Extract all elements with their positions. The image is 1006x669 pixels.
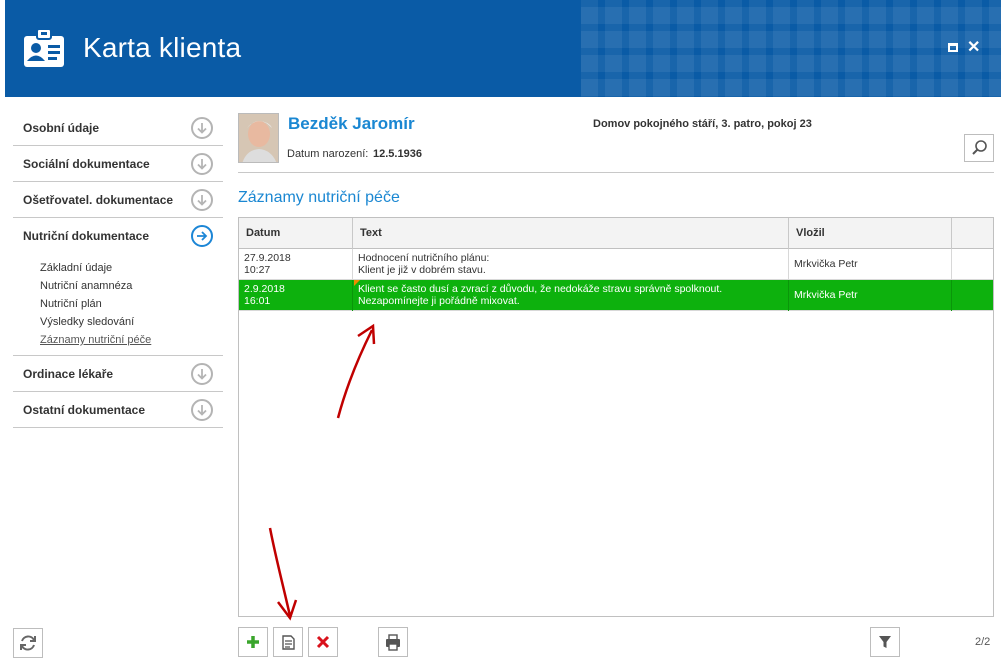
arrow-right-circle-icon [191,225,213,247]
sidebar-section-label: Nutriční dokumentace [23,229,150,243]
sidebar: Osobní údaje Sociální dokumentace Ošetřo… [13,110,223,428]
section-title: Záznamy nutriční péče [238,189,400,206]
patient-photo [238,113,279,163]
cell-author: Mrkvička Petr [789,249,952,280]
row-date: 2.9.2018 [244,283,285,295]
maximize-button[interactable] [946,41,960,55]
column-header-text[interactable]: Text [353,218,789,249]
row-text-line: Klient se často dusí a zvrací z důvodu, … [358,283,723,295]
table-header: Datum Text Vložil [239,218,993,249]
column-header-date[interactable]: Datum [239,218,353,249]
chevron-down-circle-icon [191,153,213,175]
client-card-icon [24,28,64,67]
refresh-icon [20,635,36,651]
add-icon [247,636,259,648]
table-row[interactable]: 27.9.2018 10:27 Hodnocení nutričního plá… [239,249,993,280]
cell-text: Hodnocení nutričního plánu: Klient je ji… [353,249,789,280]
maximize-icon [948,43,958,52]
patient-name: Bezděk Jaromír [288,114,415,133]
sidebar-section-label: Ordinace lékaře [23,367,114,381]
header-divider [238,172,994,173]
sidebar-subitem-plan[interactable]: Nutriční plán [40,295,223,313]
sidebar-section-label: Sociální dokumentace [23,157,150,171]
edit-button[interactable] [273,627,303,657]
cell-author: Mrkvička Petr [789,280,952,311]
close-icon: ✕ [967,39,981,56]
delete-button[interactable] [308,627,338,657]
sidebar-section-other[interactable]: Ostatní dokumentace [13,392,223,428]
row-time: 16:01 [244,295,271,307]
dob-value: 12.5.1936 [373,148,422,160]
header-pattern [581,0,1001,97]
comment-flag-icon [354,280,360,286]
annotation-arrow [268,527,298,621]
table-row-selected[interactable]: 2.9.2018 16:01 Klient se často dusí a zv… [239,280,993,311]
cell-extra [952,249,993,280]
sidebar-section-social[interactable]: Sociální dokumentace [13,146,223,182]
sidebar-section-label: Ostatní dokumentace [23,403,146,417]
cell-extra [952,280,993,311]
filter-button[interactable] [870,627,900,657]
sidebar-section-personal[interactable]: Osobní údaje [13,110,223,146]
sidebar-subitem-results[interactable]: Výsledky sledování [40,313,223,331]
column-header-extra [952,218,993,249]
print-button[interactable] [378,627,408,657]
sidebar-subitem-anamnesis[interactable]: Nutriční anamnéza [40,277,223,295]
chevron-down-circle-icon [191,189,213,211]
window-title: Karta klienta [83,32,242,63]
sidebar-section-nursing[interactable]: Ošetřovatel. dokumentace [13,182,223,218]
print-icon [386,634,400,651]
row-date: 27.9.2018 [244,252,291,264]
refresh-button[interactable] [13,628,43,658]
sidebar-section-doctor[interactable]: Ordinace lékaře [13,356,223,392]
chevron-down-circle-icon [191,399,213,421]
sidebar-subitem-records[interactable]: Záznamy nutriční péče [40,331,223,349]
sidebar-subitem-basic[interactable]: Základní údaje [40,259,223,277]
add-button[interactable] [238,627,268,657]
chevron-down-circle-icon [191,363,213,385]
chevron-down-circle-icon [191,117,213,139]
page-indicator: 2/2 [975,636,991,648]
cell-date: 2.9.2018 16:01 [239,280,353,311]
sidebar-subitems: Základní údaje Nutriční anamnéza Nutričn… [13,254,223,356]
sidebar-section-nutrition[interactable]: Nutriční dokumentace [13,218,223,254]
row-text-line: Klient je již v dobrém stavu. [358,264,486,276]
filter-icon [879,636,891,648]
row-time: 10:27 [244,264,271,276]
edit-icon [282,635,295,650]
row-text-line: Hodnocení nutričního plánu: [358,252,490,264]
row-text-line: Nezapomínejte ji pořádně mixovat. [358,295,520,307]
patient-location: Domov pokojného stáří, 3. patro, pokoj 2… [593,118,812,130]
dob-label: Datum narození: [287,148,369,160]
cell-text: Klient se často dusí a zvrací z důvodu, … [353,280,789,311]
column-header-author[interactable]: Vložil [789,218,952,249]
close-button[interactable]: ✕ [967,39,981,56]
annotation-arrow [336,323,376,419]
window-header: Karta klienta ✕ [5,0,1001,97]
sidebar-section-label: Ošetřovatel. dokumentace [23,193,174,207]
delete-icon [316,635,330,649]
search-icon [972,140,987,155]
cell-date: 27.9.2018 10:27 [239,249,353,280]
sidebar-section-label: Osobní údaje [23,121,100,135]
search-button[interactable] [964,134,994,162]
